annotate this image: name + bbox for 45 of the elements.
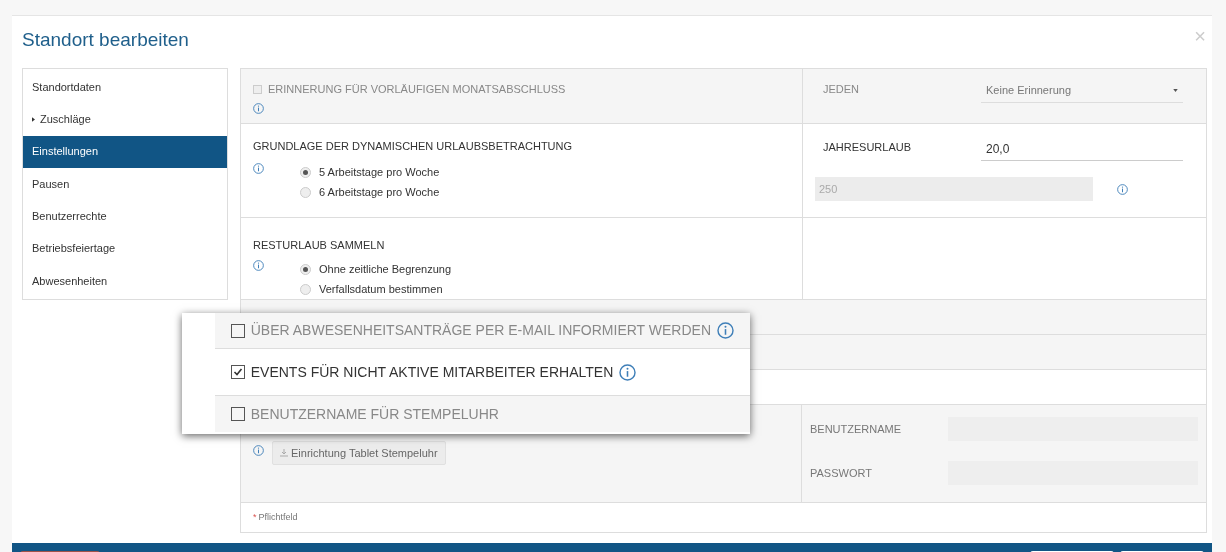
tablet-setup-button[interactable]: Einrichtung Tablet Stempeluhr xyxy=(272,441,446,465)
sidebar-item[interactable]: Standortdaten xyxy=(23,71,227,104)
radio-button[interactable] xyxy=(300,187,311,198)
required-marker: * xyxy=(253,510,257,524)
option-label: ÜBER ABWESENHEITSANTRÄGE PER E-MAIL INFORMIERT WERDEN xyxy=(250,321,711,340)
sidebar-item[interactable]: Abwesenheiten xyxy=(23,264,227,297)
radio-label: Verfallsdatum bestimmen xyxy=(319,282,443,298)
radio-label: Ohne zeitliche Begrenzung xyxy=(319,262,452,278)
annual-vacation-label: JAHRESURLAUB xyxy=(823,140,913,155)
info-icon[interactable] xyxy=(1117,183,1128,195)
info-icon[interactable] xyxy=(253,162,264,174)
annual-vacation-field[interactable]: 20,0 xyxy=(981,137,1183,161)
download-icon xyxy=(280,449,288,457)
period-dropdown[interactable]: Keine Erinnerung xyxy=(981,79,1183,103)
caret-icon xyxy=(1173,89,1178,92)
sidebar-item[interactable]: Benutzerrechte xyxy=(23,200,227,233)
checkbox[interactable] xyxy=(230,323,245,338)
info-icon[interactable] xyxy=(619,363,637,381)
username-label: BENUTZERNAME xyxy=(810,421,903,437)
option-label: EVENTS FÜR NICHT AKTIVE MITARBEITER ERHALTEN xyxy=(250,362,614,382)
sidebar-item[interactable]: Zuschläge xyxy=(23,103,227,136)
checkbox[interactable] xyxy=(230,407,245,421)
info-icon[interactable] xyxy=(253,259,264,271)
password-label: PASSWORT xyxy=(810,465,873,481)
info-icon[interactable] xyxy=(253,102,264,114)
radio-label: 6 Arbeitstage pro Woche xyxy=(319,185,440,201)
info-icon[interactable] xyxy=(253,445,264,456)
checkbox[interactable] xyxy=(230,365,245,379)
sidebar-item[interactable]: Pausen xyxy=(23,167,227,201)
radio-button[interactable] xyxy=(300,167,311,178)
section-title: GRUNDLAGE DER DYNAMISCHEN URLAUBSBETRACHTUNG xyxy=(253,139,574,154)
radio-button[interactable] xyxy=(300,284,311,295)
required-note: Pflichtfeld xyxy=(258,510,298,524)
period-label: JEDEN xyxy=(823,82,861,97)
option-label: BENUTZERNAME FÜR STEMPELUHR xyxy=(250,404,499,424)
radio-label: 5 Arbeitstage pro Woche xyxy=(319,165,440,181)
reminder-label: ERINNERUNG FÜR VORLÄUFIGEN MONATSABSCHLUSS xyxy=(268,82,566,97)
dialog-title: Standort bearbeiten xyxy=(22,28,189,52)
caret-icon xyxy=(32,116,35,122)
section-title: RESTURLAUB SAMMELN xyxy=(253,238,386,253)
days-field: 250 xyxy=(815,177,1093,201)
info-icon[interactable] xyxy=(717,322,734,339)
sidebar-item[interactable]: Einstellungen xyxy=(23,135,227,168)
sidebar-item[interactable]: Betriebsfeiertage xyxy=(23,232,227,265)
radio-button[interactable] xyxy=(300,264,311,275)
